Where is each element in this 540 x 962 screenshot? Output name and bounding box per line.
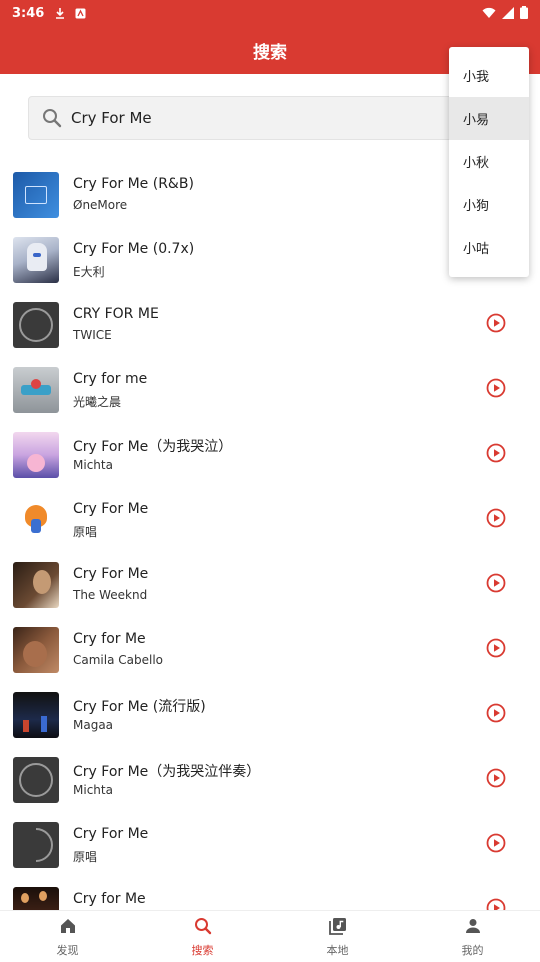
tab-local[interactable]: 本地 [270, 911, 405, 962]
play-icon[interactable] [486, 768, 506, 788]
song-row[interactable]: Cry For Me 原唱 [0, 812, 540, 877]
song-artist: E大利 [73, 265, 105, 279]
song-row[interactable]: Cry for Me Camila Cabello [0, 617, 540, 682]
popup-menu: 小我 小易 小秋 小狗 小咕 [449, 47, 529, 277]
search-query[interactable]: Cry For Me [71, 109, 152, 127]
home-icon [58, 916, 78, 940]
album-cover [13, 627, 59, 673]
tab-label: 本地 [326, 943, 349, 957]
menu-item[interactable]: 小咕 [449, 226, 529, 269]
song-artist: Michta [73, 783, 113, 797]
song-title: Cry for Me [73, 891, 146, 907]
song-artist: Camila Cabello [73, 653, 163, 667]
download-icon [54, 7, 66, 19]
play-icon[interactable] [486, 443, 506, 463]
tab-label: 发现 [56, 943, 79, 957]
person-icon [463, 916, 483, 940]
song-title: Cry For Me (流行版) [73, 699, 206, 715]
battery-icon [520, 6, 528, 23]
song-row[interactable]: Cry For Me (流行版) Magaa [0, 682, 540, 747]
song-title: Cry For Me [73, 501, 149, 517]
song-row[interactable]: Cry For Me（为我哭泣） Michta [0, 422, 540, 487]
song-row[interactable]: CRY FOR ME TWICE [0, 292, 540, 357]
search-icon [41, 107, 63, 129]
song-artist: ØneMore [73, 198, 128, 212]
song-title: Cry For Me [73, 826, 149, 842]
song-artist: 光曦之晨 [73, 395, 122, 409]
song-title: Cry for Me [73, 631, 146, 647]
wifi-icon [482, 7, 496, 23]
tab-discover[interactable]: 发现 [0, 911, 135, 962]
song-title: Cry For Me（为我哭泣伴奏） [73, 764, 261, 780]
menu-item-selected[interactable]: 小易 [449, 97, 529, 140]
menu-item[interactable]: 小狗 [449, 183, 529, 226]
song-row[interactable]: Cry For Me（为我哭泣伴奏） Michta [0, 747, 540, 812]
song-title: Cry for me [73, 371, 148, 387]
play-icon[interactable] [486, 378, 506, 398]
music-library-icon [328, 916, 348, 940]
song-artist: 原唱 [73, 525, 98, 539]
album-cover [13, 432, 59, 478]
song-artist: TWICE [73, 328, 112, 342]
song-artist: Michta [73, 458, 113, 472]
status-bar: 3:46 [0, 0, 540, 26]
signal-icon [502, 6, 514, 23]
album-cover [13, 562, 59, 608]
album-cover-placeholder [13, 302, 59, 348]
tab-label: 我的 [461, 943, 484, 957]
bottom-nav: 发现 搜索 本地 我的 [0, 910, 540, 962]
album-cover [13, 237, 59, 283]
notification-icon [74, 7, 86, 19]
song-row[interactable]: Cry for me 光曦之晨 [0, 357, 540, 422]
song-title: Cry For Me（为我哭泣） [73, 439, 233, 455]
play-icon[interactable] [486, 313, 506, 333]
album-cover [13, 692, 59, 738]
album-cover-placeholder [13, 757, 59, 803]
song-title: CRY FOR ME [73, 306, 159, 322]
tab-mine[interactable]: 我的 [405, 911, 540, 962]
search-input[interactable]: Cry For Me [28, 96, 512, 140]
album-cover [13, 497, 59, 543]
song-row[interactable]: Cry For Me 原唱 [0, 487, 540, 552]
song-title: Cry For Me (R&B) [73, 176, 194, 192]
menu-item[interactable]: 小秋 [449, 140, 529, 183]
play-icon[interactable] [486, 703, 506, 723]
page-title: 搜索 [253, 42, 287, 63]
search-icon [193, 916, 213, 940]
album-cover [13, 172, 59, 218]
song-artist: Magaa [73, 718, 114, 732]
song-title: Cry For Me (0.7x) [73, 241, 195, 257]
song-artist: The Weeknd [73, 588, 148, 602]
play-icon[interactable] [486, 508, 506, 528]
album-cover [13, 367, 59, 413]
play-icon[interactable] [486, 833, 506, 853]
tab-search[interactable]: 搜索 [135, 911, 270, 962]
status-time: 3:46 [12, 5, 45, 21]
song-row[interactable]: Cry For Me The Weeknd [0, 552, 540, 617]
album-cover-placeholder [13, 822, 59, 868]
menu-item[interactable]: 小我 [449, 54, 529, 97]
song-artist: 原唱 [73, 850, 98, 864]
play-icon[interactable] [486, 638, 506, 658]
tab-label: 搜索 [191, 943, 214, 957]
song-title: Cry For Me [73, 566, 149, 582]
play-icon[interactable] [486, 573, 506, 593]
